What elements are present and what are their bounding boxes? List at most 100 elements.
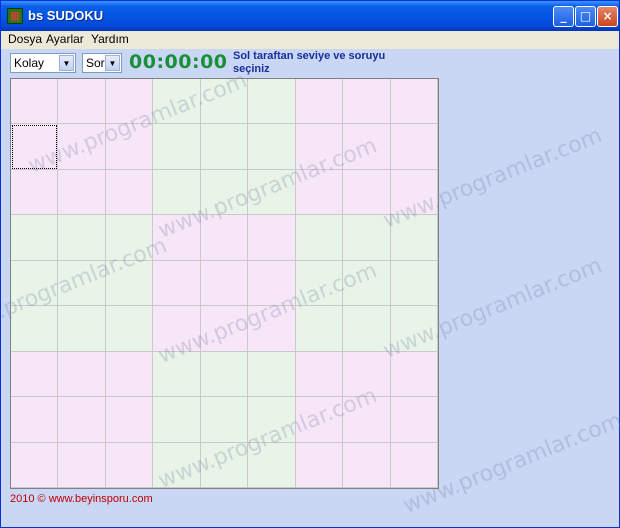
sudoku-cell[interactable] bbox=[343, 79, 391, 125]
window-title: bs SUDOKU bbox=[28, 8, 104, 23]
sudoku-cell[interactable] bbox=[295, 397, 344, 443]
sudoku-cell[interactable] bbox=[248, 79, 296, 125]
chevron-down-icon[interactable]: ▼ bbox=[59, 55, 74, 71]
app-window: ▦ bs SUDOKU _ □ × Dosya Ayarlar Yardım K… bbox=[0, 0, 620, 528]
sudoku-cell[interactable] bbox=[105, 215, 154, 261]
sudoku-cell[interactable] bbox=[295, 351, 344, 398]
sudoku-cell[interactable] bbox=[58, 124, 106, 170]
sudoku-cell[interactable] bbox=[390, 169, 438, 216]
sudoku-cell[interactable] bbox=[58, 169, 106, 216]
sudoku-cell[interactable] bbox=[343, 215, 391, 261]
sudoku-cell[interactable] bbox=[343, 306, 391, 352]
sudoku-cell[interactable] bbox=[343, 351, 391, 398]
sudoku-cell[interactable] bbox=[11, 442, 59, 488]
sudoku-cell[interactable] bbox=[200, 351, 249, 398]
sudoku-cell[interactable] bbox=[153, 351, 201, 398]
sudoku-cell[interactable] bbox=[58, 215, 106, 261]
chevron-down-icon[interactable]: ▼ bbox=[105, 55, 120, 71]
sudoku-cell[interactable] bbox=[248, 124, 296, 170]
sudoku-cell[interactable] bbox=[390, 260, 438, 307]
sudoku-cell[interactable] bbox=[153, 397, 201, 443]
sudoku-cell[interactable] bbox=[11, 124, 59, 170]
sudoku-cell[interactable] bbox=[153, 124, 201, 170]
sudoku-cell[interactable] bbox=[295, 306, 344, 352]
sudoku-cell[interactable] bbox=[295, 215, 344, 261]
sudoku-cell[interactable] bbox=[11, 215, 59, 261]
sudoku-cell[interactable] bbox=[295, 260, 344, 307]
sudoku-cell[interactable] bbox=[11, 260, 59, 307]
sudoku-cell[interactable] bbox=[390, 215, 438, 261]
sudoku-cell[interactable] bbox=[248, 351, 296, 398]
menu-ayarlar[interactable]: Ayarlar bbox=[46, 32, 84, 46]
sudoku-cell[interactable] bbox=[390, 351, 438, 398]
sudoku-cell[interactable] bbox=[343, 124, 391, 170]
sudoku-cell[interactable] bbox=[11, 169, 59, 216]
sudoku-cell[interactable] bbox=[58, 79, 106, 125]
sudoku-app-icon: ▦ bbox=[7, 8, 23, 24]
sudoku-cell[interactable] bbox=[153, 306, 201, 352]
sudoku-cell[interactable] bbox=[343, 397, 391, 443]
question-select[interactable]: Soru ▼ bbox=[82, 53, 122, 73]
sudoku-cell[interactable] bbox=[11, 306, 59, 352]
sudoku-cell[interactable] bbox=[200, 397, 249, 443]
sudoku-cell[interactable] bbox=[11, 397, 59, 443]
sudoku-cell[interactable] bbox=[390, 397, 438, 443]
sudoku-cell[interactable] bbox=[58, 306, 106, 352]
sudoku-cell[interactable] bbox=[200, 124, 249, 170]
sudoku-cell[interactable] bbox=[200, 442, 249, 488]
sudoku-cell[interactable] bbox=[58, 397, 106, 443]
sudoku-cell[interactable] bbox=[11, 79, 59, 125]
sudoku-cell[interactable] bbox=[295, 79, 344, 125]
timer-display: 00:00:00 bbox=[129, 51, 228, 73]
sudoku-cell[interactable] bbox=[390, 442, 438, 488]
sudoku-cell[interactable] bbox=[390, 124, 438, 170]
sudoku-cell[interactable] bbox=[200, 215, 249, 261]
sudoku-cell[interactable] bbox=[105, 260, 154, 307]
sudoku-cell[interactable] bbox=[153, 260, 201, 307]
sudoku-cell[interactable] bbox=[248, 397, 296, 443]
sudoku-board[interactable] bbox=[10, 78, 439, 489]
sudoku-cell[interactable] bbox=[200, 306, 249, 352]
sudoku-cell[interactable] bbox=[153, 169, 201, 216]
sudoku-cell[interactable] bbox=[58, 351, 106, 398]
title-bar[interactable]: ▦ bs SUDOKU _ □ × bbox=[1, 1, 619, 31]
menu-bar: Dosya Ayarlar Yardım bbox=[1, 31, 619, 49]
sudoku-cell[interactable] bbox=[105, 442, 154, 488]
sudoku-cell[interactable] bbox=[105, 351, 154, 398]
sudoku-cell[interactable] bbox=[153, 215, 201, 261]
sudoku-cell[interactable] bbox=[200, 260, 249, 307]
sudoku-cell[interactable] bbox=[295, 169, 344, 216]
sudoku-cell[interactable] bbox=[343, 442, 391, 488]
sudoku-cell[interactable] bbox=[58, 260, 106, 307]
sudoku-cell[interactable] bbox=[248, 260, 296, 307]
sudoku-cell[interactable] bbox=[11, 351, 59, 398]
sudoku-cell[interactable] bbox=[295, 124, 344, 170]
sudoku-cell[interactable] bbox=[200, 169, 249, 216]
sudoku-cell[interactable] bbox=[343, 169, 391, 216]
close-button[interactable]: × bbox=[597, 6, 618, 27]
sudoku-cell[interactable] bbox=[105, 397, 154, 443]
sudoku-cell[interactable] bbox=[295, 442, 344, 488]
sudoku-cell[interactable] bbox=[390, 306, 438, 352]
sudoku-cell[interactable] bbox=[248, 169, 296, 216]
sudoku-cell[interactable] bbox=[105, 124, 154, 170]
sudoku-cell[interactable] bbox=[153, 442, 201, 488]
level-select[interactable]: Kolay ▼ bbox=[10, 53, 76, 73]
sudoku-cell[interactable] bbox=[248, 442, 296, 488]
level-value: Kolay bbox=[14, 56, 45, 70]
sudoku-cell[interactable] bbox=[248, 306, 296, 352]
menu-yardim[interactable]: Yardım bbox=[91, 32, 129, 46]
menu-dosya[interactable]: Dosya bbox=[8, 32, 42, 46]
sudoku-cell[interactable] bbox=[58, 442, 106, 488]
sudoku-cell[interactable] bbox=[153, 79, 201, 125]
sudoku-cell[interactable] bbox=[248, 215, 296, 261]
minimize-button[interactable]: _ bbox=[553, 6, 574, 27]
sudoku-cell[interactable] bbox=[105, 306, 154, 352]
sudoku-cell[interactable] bbox=[390, 79, 438, 125]
sudoku-cell[interactable] bbox=[105, 79, 154, 125]
footer-copyright: 2010 © www.beyinsporu.com bbox=[10, 493, 153, 505]
sudoku-cell[interactable] bbox=[343, 260, 391, 307]
sudoku-cell[interactable] bbox=[200, 79, 249, 125]
maximize-button[interactable]: □ bbox=[575, 6, 596, 27]
sudoku-cell[interactable] bbox=[105, 169, 154, 216]
